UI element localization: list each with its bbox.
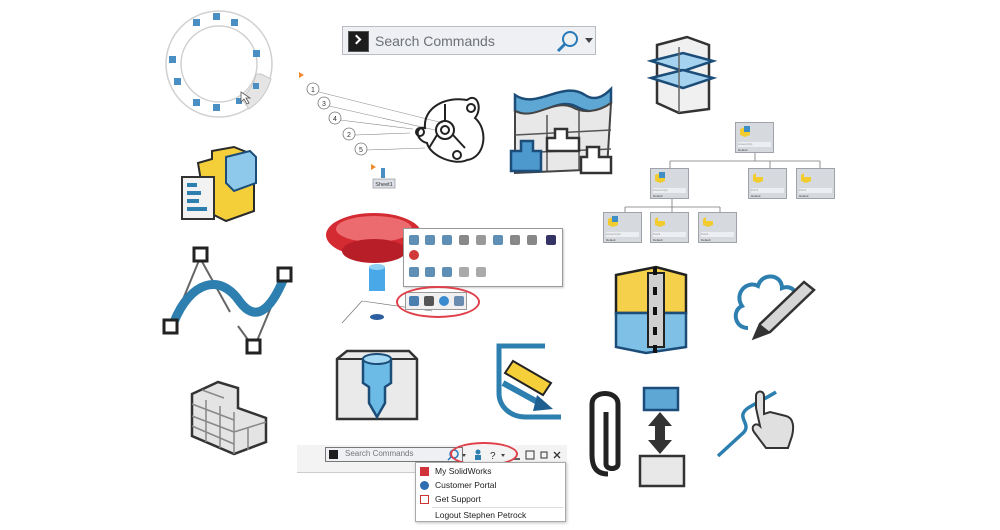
bom-assembly-icon [181, 145, 257, 223]
tree-node-part[interactable]: Part2 Default [796, 168, 835, 199]
assembly-tree-diagram: Assembly1 Default Assembly2 Default Part1 D… [600, 118, 840, 248]
search-commands-input[interactable]: Search Commands [375, 33, 495, 49]
tree-node-assembly[interactable]: Assembly2 Default [650, 168, 689, 199]
view-icon [193, 19, 200, 26]
magnifier-icon[interactable] [555, 29, 581, 53]
markup-cloud-icon [733, 274, 816, 341]
node-config: Default [606, 238, 616, 242]
appearance-icon[interactable] [409, 250, 419, 260]
split-part-icon [614, 265, 688, 355]
view-icon [193, 99, 200, 106]
balloon-label: 1 [311, 87, 315, 94]
menu-item-customer-portal[interactable]: Customer Portal [420, 479, 496, 491]
view-icon [253, 50, 260, 57]
toolbar-icon[interactable] [409, 235, 419, 245]
menu-separator [432, 507, 563, 508]
balloon-label: 2 [347, 132, 351, 139]
view-icon [169, 56, 176, 63]
measure-icon [496, 343, 561, 420]
zoom-icon [253, 83, 259, 89]
touch-gesture-icon [716, 390, 795, 458]
tree-node-assembly[interactable]: Assembly1 Default [735, 122, 774, 153]
highlight-ellipse [396, 286, 480, 318]
section-view-icon [647, 35, 717, 115]
node-name: Part4 [701, 232, 734, 237]
menu-item-get-support[interactable]: Get Support [420, 493, 481, 505]
dropdown-arrow-icon[interactable] [585, 38, 593, 43]
paperclip-icon[interactable] [510, 235, 520, 245]
panel-area [297, 462, 417, 473]
surface-flatten-icon [509, 85, 613, 175]
attach-reference-icon [589, 386, 686, 488]
toolbar-icon[interactable] [459, 235, 469, 245]
balloon-label: 5 [359, 147, 363, 154]
tree-node-assembly[interactable]: Assembly3 Default [603, 212, 642, 243]
tree-node-part[interactable]: Part1 Default [748, 168, 787, 199]
toolbar-icon[interactable] [493, 235, 503, 245]
node-config: Default [653, 238, 663, 242]
globe-icon [420, 480, 429, 490]
tree-node-part[interactable]: Part4 Default [698, 212, 737, 243]
mesh-block-icon [190, 380, 268, 456]
toolbar-icon[interactable] [459, 267, 469, 277]
node-name: Assembly2 [653, 188, 686, 193]
view-icon [231, 19, 238, 26]
node-config: Default [738, 148, 748, 152]
node-name: Assembly3 [606, 232, 639, 237]
tree-node-part[interactable]: Part3 Default [650, 212, 689, 243]
user-dropdown-menu[interactable]: My SolidWorks Customer Portal Get Suppor… [415, 462, 566, 522]
balloon-label: 3 [322, 101, 326, 108]
context-toolbar[interactable] [403, 228, 563, 287]
normal-to-icon[interactable] [442, 267, 452, 277]
command-prompt-icon [329, 450, 338, 459]
restore-icon [540, 451, 548, 459]
support-icon [420, 494, 429, 504]
hole-wizard-icon [335, 349, 419, 421]
menu-item-logout[interactable]: Logout Stephen Petrock [435, 509, 526, 521]
search-commands-bar[interactable]: Search Commands [342, 26, 596, 55]
node-name: Assembly1 [738, 142, 771, 147]
node-name: Part1 [751, 188, 784, 193]
search-commands-input[interactable]: Search Commands [345, 449, 413, 458]
solidworks-logo-icon [420, 466, 429, 476]
view-icon [174, 78, 181, 85]
node-config: Default [701, 238, 711, 242]
view-icon [213, 104, 220, 111]
node-config: Default [653, 194, 663, 198]
balloon-label: 4 [333, 116, 337, 123]
node-config: Default [751, 194, 761, 198]
close-icon [553, 451, 561, 459]
auto-balloon-drawing: 1 3 4 2 5 Sheet1 [299, 72, 485, 189]
command-prompt-icon [348, 31, 369, 52]
menu-item-my-solidworks[interactable]: My SolidWorks [420, 465, 492, 477]
node-name: Part2 [799, 188, 832, 193]
tile-icon [525, 450, 535, 460]
view-selector-ring[interactable] [163, 8, 275, 120]
toolbar-icon[interactable] [527, 235, 537, 245]
spline-icon [162, 246, 293, 355]
node-config: Default [799, 194, 809, 198]
view-icon [213, 13, 220, 20]
zoom-icon[interactable] [425, 267, 435, 277]
toolbar-icon[interactable] [442, 235, 452, 245]
toolbar-icon[interactable] [476, 267, 486, 277]
list-icon[interactable] [546, 235, 556, 245]
search-commands-bar-small[interactable]: Search Commands [325, 447, 463, 462]
sheet-tab-label: Sheet1 [375, 182, 392, 188]
node-name: Part3 [653, 232, 686, 237]
toolbar-icon[interactable] [409, 267, 419, 277]
toolbar-icon[interactable] [425, 235, 435, 245]
toolbar-icon[interactable] [476, 235, 486, 245]
